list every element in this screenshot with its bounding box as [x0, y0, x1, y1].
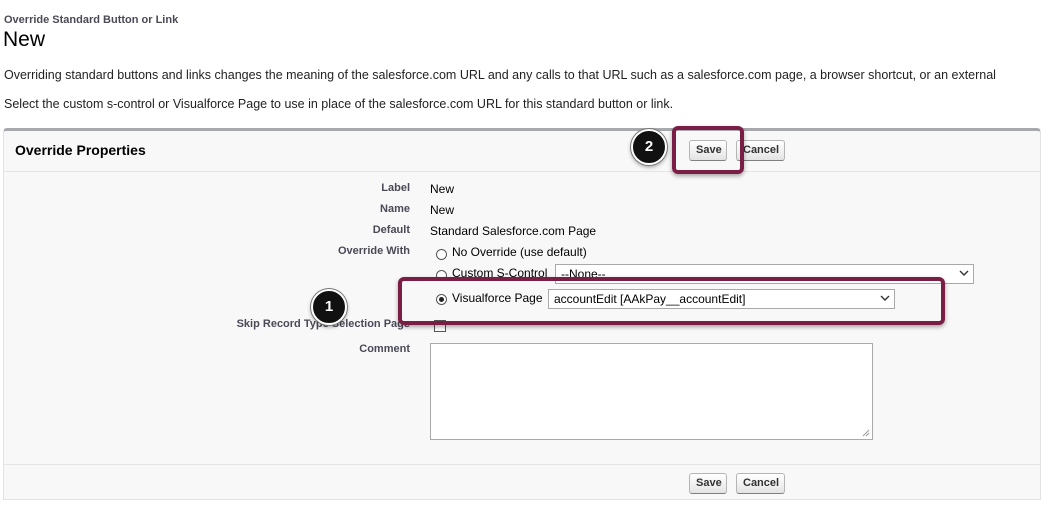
instruction-text: Select the custom s-control or Visualfor… [4, 97, 674, 111]
breadcrumb: Override Standard Button or Link [4, 14, 179, 26]
panel-footer-divider [4, 464, 1041, 465]
save-button-bottom[interactable]: Save [689, 473, 727, 494]
step-2-callout: 2 [631, 129, 667, 165]
chevron-down-icon [959, 270, 969, 276]
label-field-label: Label [381, 182, 410, 194]
page-title: New [3, 28, 46, 51]
no-override-radio[interactable] [436, 249, 447, 260]
resize-grip-icon[interactable] [861, 428, 870, 437]
name-field-label: Name [380, 203, 410, 215]
step-1-callout: 1 [311, 289, 347, 325]
override-with-label: Override With [337, 245, 410, 257]
skip-record-type-label: Skip Record Type Selection Page [236, 318, 410, 330]
cancel-button-bottom[interactable]: Cancel [736, 473, 785, 494]
comment-label: Comment [359, 343, 410, 355]
default-field-label: Default [372, 224, 410, 236]
no-override-radio-label[interactable]: No Override (use default) [452, 245, 587, 259]
comment-textarea[interactable] [430, 343, 873, 440]
panel-title: Override Properties [15, 142, 146, 158]
label-field-value: New [430, 182, 455, 196]
intro-text: Overriding standard buttons and links ch… [4, 68, 996, 82]
panel-header-divider [4, 171, 1041, 172]
visualforce-highlight-box [398, 277, 945, 325]
name-field-value: New [430, 203, 455, 217]
default-field-value: Standard Salesforce.com Page [430, 224, 597, 238]
save-highlight-box [672, 126, 744, 174]
